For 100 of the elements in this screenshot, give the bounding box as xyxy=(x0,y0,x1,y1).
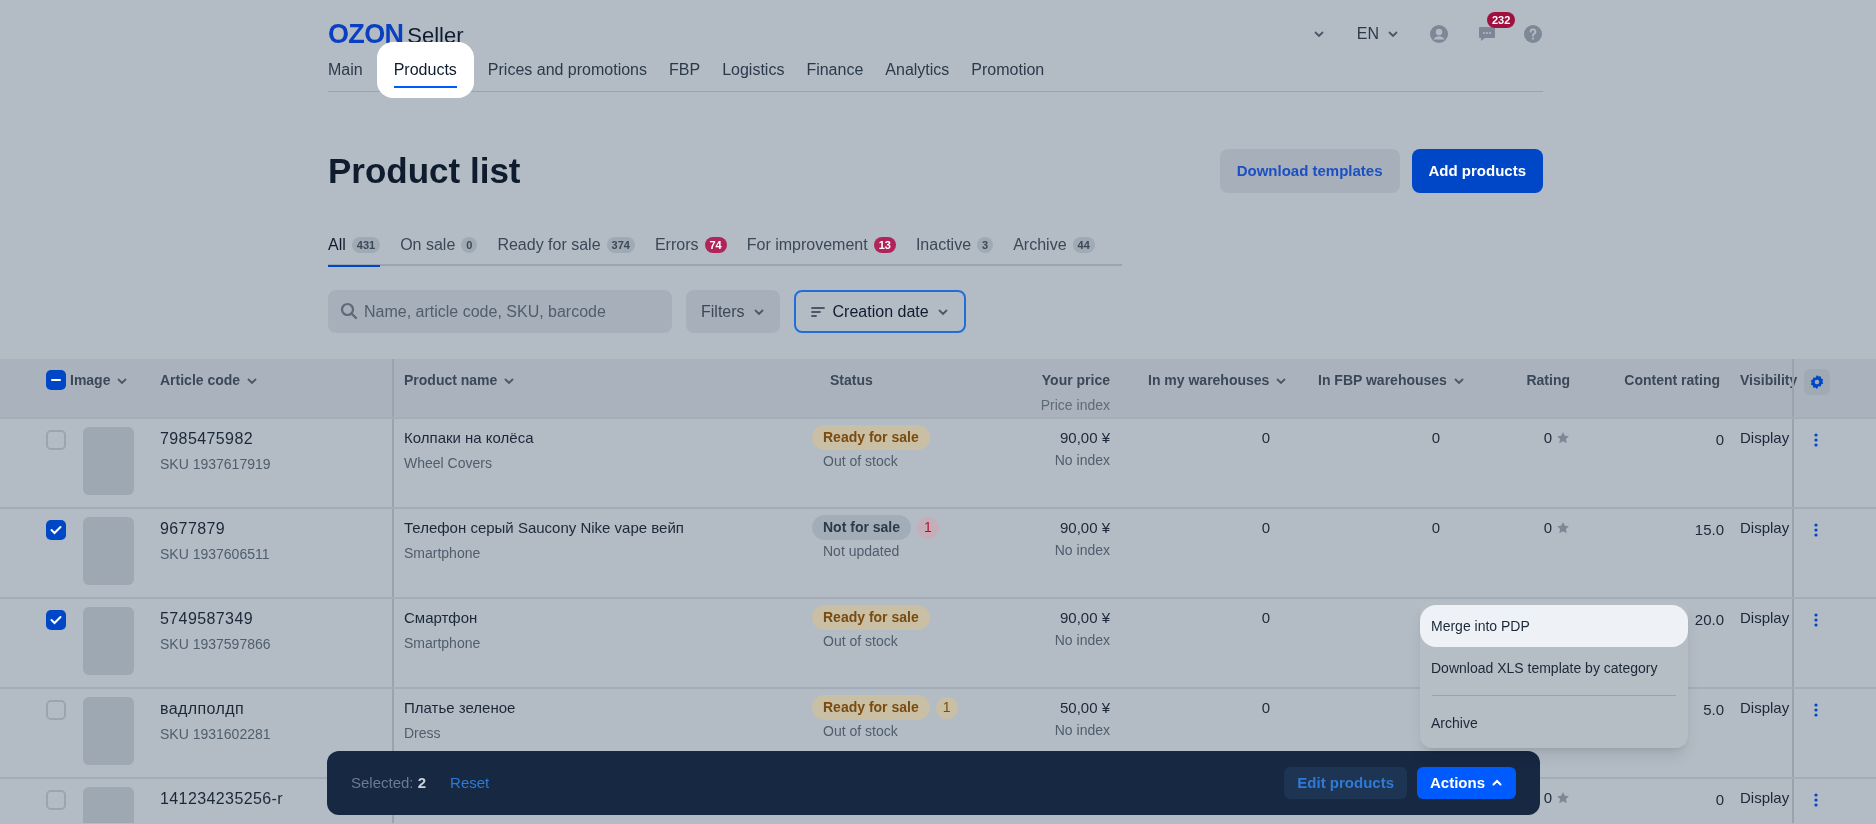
checkbox[interactable] xyxy=(46,610,66,630)
search-icon xyxy=(340,302,358,320)
filter-tab[interactable]: Inactive 3 xyxy=(915,225,994,265)
stock-count: 0 xyxy=(1261,698,1270,718)
status-badge: Ready for sale xyxy=(812,605,930,630)
column-header[interactable]: Article code xyxy=(160,370,259,391)
add-products-button[interactable]: Add products xyxy=(1411,149,1543,193)
filter-tab[interactable]: Ready for sale 374 xyxy=(497,225,635,265)
visibility-status: Display xyxy=(1740,519,1790,536)
nav-tab[interactable]: Analytics xyxy=(874,47,961,92)
star-icon xyxy=(1556,791,1570,806)
nav-tab[interactable]: Prices and promotions xyxy=(476,47,658,92)
price-index: No index xyxy=(1054,630,1110,650)
product-name: Смартфон xyxy=(404,608,478,628)
filter-tab[interactable]: For improvement 13 xyxy=(746,225,896,265)
stock-count: 0 xyxy=(1261,518,1270,538)
status-badge: Not for sale xyxy=(812,515,911,540)
price: 90,00 ¥ xyxy=(1059,428,1110,448)
checkbox[interactable] xyxy=(46,520,66,540)
count-badge: 0 xyxy=(461,237,478,253)
product-category: Wheel Covers xyxy=(404,453,492,473)
menu-item[interactable]: Archive xyxy=(1420,702,1688,744)
issue-count-badge: 1 xyxy=(935,696,958,719)
help-icon xyxy=(1523,24,1543,44)
status-badge: Ready for sale xyxy=(812,695,930,720)
menu-item[interactable]: Merge into PDP xyxy=(1420,605,1688,647)
column-header[interactable]: Product name xyxy=(404,370,516,391)
page-title: Product list xyxy=(328,149,521,192)
actions-button[interactable]: Actions xyxy=(1417,767,1516,799)
more-options-button[interactable] xyxy=(1814,523,1820,537)
chevron-up-icon xyxy=(1491,777,1503,789)
price-index: No index xyxy=(1054,720,1110,740)
settings-icon xyxy=(1809,374,1825,390)
sort-button[interactable]: Creation date xyxy=(793,290,966,333)
nav-tab[interactable]: FBP xyxy=(658,47,712,92)
price: 50,00 ¥ xyxy=(1059,698,1110,718)
count-badge: 44 xyxy=(1072,237,1095,253)
user-icon xyxy=(1429,24,1449,44)
selected-count: Selected: 2 xyxy=(351,772,427,793)
nav-tab[interactable]: Promotion xyxy=(960,47,1056,92)
column-header[interactable]: In my warehouses xyxy=(1148,370,1288,391)
column-header[interactable]: Image xyxy=(70,370,129,391)
sort-icon xyxy=(810,305,825,318)
download-templates-button[interactable]: Download templates xyxy=(1219,149,1400,193)
product-category: Smartphone xyxy=(404,633,481,653)
column-heading: Status xyxy=(830,371,873,390)
content-rating: 15.0 xyxy=(1694,520,1724,540)
sku: SKU 1937617919 xyxy=(160,455,271,474)
nav-tab[interactable]: Logistics xyxy=(711,47,796,92)
price-index: No index xyxy=(1054,540,1110,560)
status-badge: Ready for sale xyxy=(812,425,930,450)
column-subheader: Price index xyxy=(1040,396,1110,415)
product-name: Колпаки на колёса xyxy=(404,428,534,448)
filters-button[interactable]: Filters xyxy=(686,290,780,333)
more-options-button[interactable] xyxy=(1814,433,1820,447)
checkbox[interactable] xyxy=(46,430,66,450)
settings-button[interactable] xyxy=(1804,369,1830,395)
reset-link[interactable]: Reset xyxy=(450,771,490,795)
menu-item[interactable]: Download XLS template by category xyxy=(1420,647,1688,689)
nav-tab[interactable]: Finance xyxy=(795,47,875,92)
more-options-button[interactable] xyxy=(1814,793,1820,807)
sku: SKU 1931602281 xyxy=(160,725,271,744)
sku: SKU 1937606511 xyxy=(160,545,270,564)
stock-count: 0 xyxy=(1431,518,1440,538)
rating-value: 0 xyxy=(1543,788,1552,808)
filter-tab[interactable]: On sale 0 xyxy=(400,225,478,265)
checkbox[interactable] xyxy=(46,790,66,810)
count-badge: 374 xyxy=(606,237,635,253)
product-name: Платье зеленое xyxy=(404,698,516,718)
content-rating: 0 xyxy=(1715,790,1724,810)
status-note: Out of stock xyxy=(823,632,898,651)
dash-icon xyxy=(51,379,61,381)
more-options-button[interactable] xyxy=(1814,613,1820,627)
count-badge: 431 xyxy=(351,237,381,253)
content-rating: 5.0 xyxy=(1703,700,1724,720)
price: 90,00 ¥ xyxy=(1059,608,1110,628)
filter-tab[interactable]: Errors 74 xyxy=(654,225,727,265)
more-options-button[interactable] xyxy=(1814,703,1820,717)
checkmark-icon xyxy=(50,615,62,625)
status-note: Not updated xyxy=(823,542,900,561)
language-selector[interactable]: EN xyxy=(1356,22,1399,46)
article-code: 5749587349 xyxy=(160,609,253,629)
checkbox[interactable] xyxy=(46,370,66,390)
checkbox[interactable] xyxy=(46,700,66,720)
sku: SKU 1937597866 xyxy=(160,635,271,654)
search-field[interactable]: Name, article code, SKU, barcode xyxy=(328,290,672,333)
column-heading: Rating xyxy=(1526,371,1570,390)
count-badge: 3 xyxy=(977,237,994,253)
product-category: Dress xyxy=(404,723,441,743)
visibility-status: Display xyxy=(1740,789,1790,806)
filter-tab[interactable]: Archive 44 xyxy=(1013,225,1095,265)
article-code: 9677879 xyxy=(160,519,226,539)
star-icon xyxy=(1556,521,1570,536)
visibility-status: Display xyxy=(1740,429,1790,446)
nav-tab[interactable]: Main xyxy=(328,47,374,92)
stock-count: 0 xyxy=(1261,428,1270,448)
filter-tab[interactable]: All 431 xyxy=(328,225,381,265)
rating-value: 0 xyxy=(1543,428,1552,448)
column-header[interactable]: In FBP warehouses xyxy=(1318,370,1465,391)
count-badge: 74 xyxy=(704,237,727,253)
